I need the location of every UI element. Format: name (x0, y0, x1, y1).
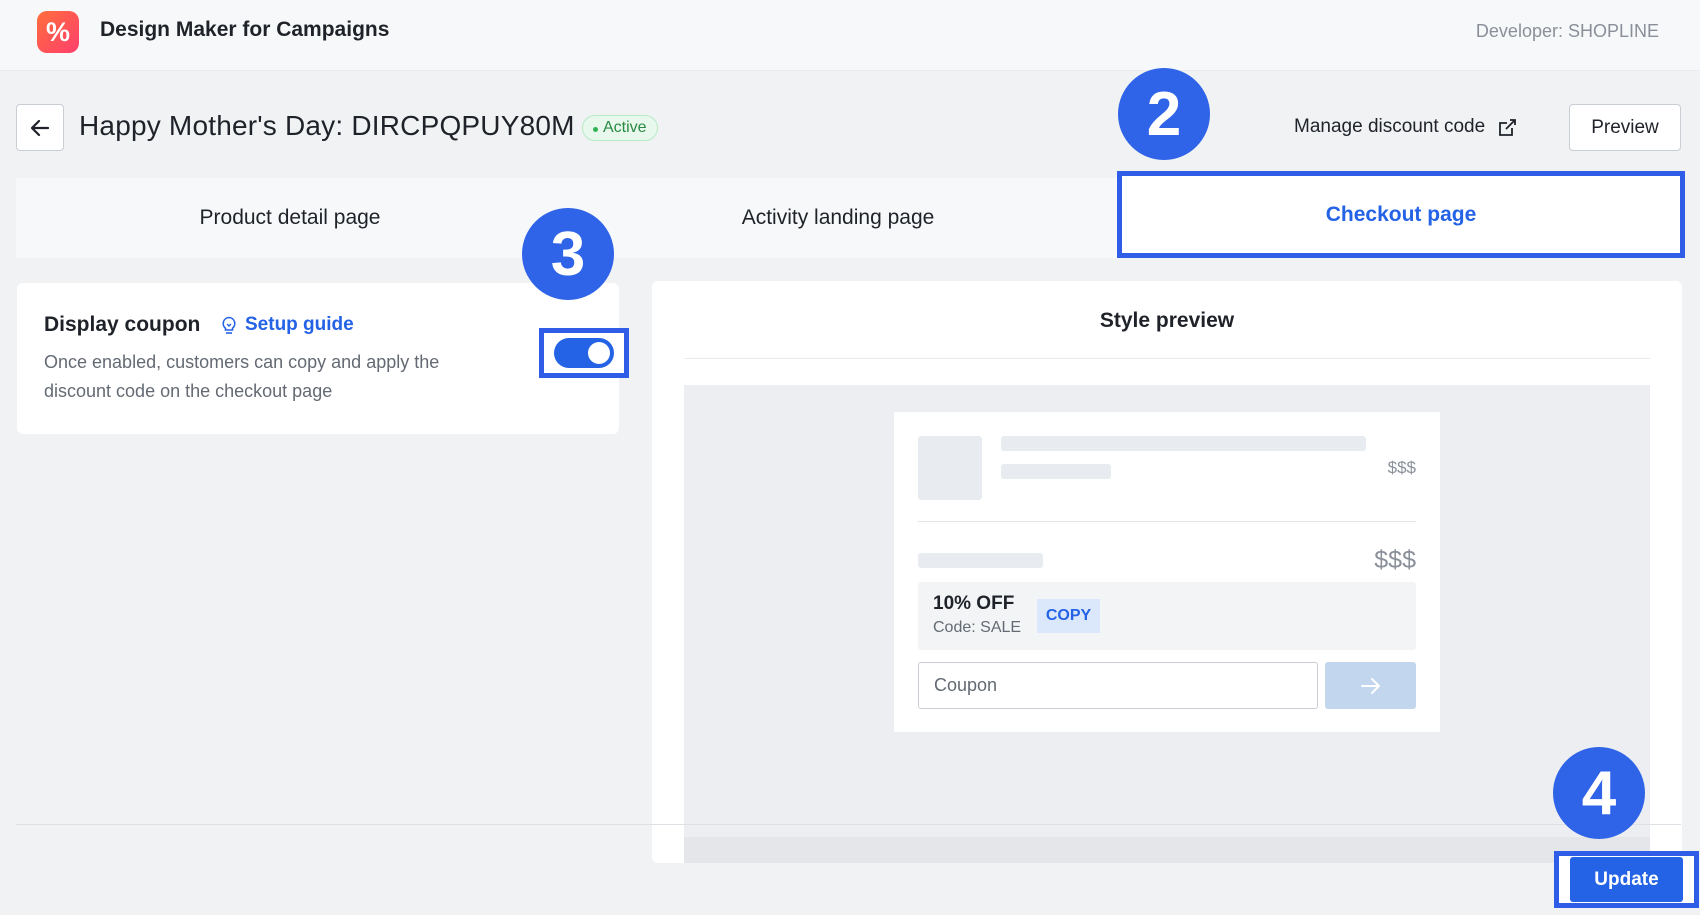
copy-button[interactable]: COPY (1037, 599, 1100, 633)
manage-discount-code-link[interactable]: Manage discount code (1294, 116, 1518, 138)
total-price: $$$ (1374, 546, 1416, 574)
style-preview-card: Style preview $$$ $$$ 10% OFF Code: SALE… (652, 281, 1682, 863)
item-price: $$$ (1387, 458, 1416, 477)
app-title: Design Maker for Campaigns (100, 18, 390, 41)
page-title: Happy Mother's Day: DIRCPQPUY80M (79, 110, 575, 141)
step-marker-2: 2 (1118, 68, 1210, 160)
stage-bottom-band (684, 837, 1650, 863)
display-coupon-description: Once enabled, customers can copy and app… (44, 352, 440, 401)
update-button[interactable]: Update (1570, 857, 1683, 902)
status-badge: Active (582, 115, 658, 141)
subtotal-label-placeholder (918, 553, 1043, 568)
tab-activity-landing-page[interactable]: Activity landing page (564, 178, 1112, 258)
update-highlight: Update (1554, 851, 1699, 908)
coupon-code: Code: SALE (933, 619, 1022, 636)
setup-guide-label: Setup guide (245, 314, 354, 335)
lightbulb-icon (222, 316, 236, 334)
step-marker-3: 3 (522, 208, 614, 300)
main-area: Happy Mother's Day: DIRCPQPUY80M Active … (0, 68, 1700, 915)
app-logo: % (37, 11, 79, 53)
coupon-input[interactable]: Coupon (918, 662, 1318, 709)
product-image-placeholder (918, 436, 982, 500)
coupon-offer: 10% OFF (933, 593, 1015, 614)
back-button[interactable] (16, 104, 64, 151)
footer-divider (16, 824, 1681, 825)
product-variant-placeholder (1001, 464, 1111, 479)
preview-stage: $$$ $$$ 10% OFF Code: SALE COPY Coupon (684, 385, 1650, 863)
setup-guide-link[interactable]: Setup guide (221, 314, 354, 336)
tab-product-detail-page[interactable]: Product detail page (16, 178, 564, 258)
product-name-placeholder (1001, 436, 1366, 451)
step-marker-4: 4 (1553, 747, 1645, 839)
toggle-highlight (539, 328, 629, 378)
tab-checkout-page[interactable]: Checkout page (1117, 171, 1685, 258)
manage-discount-code-label: Manage discount code (1294, 116, 1486, 137)
app-bar: % Design Maker for Campaigns Developer: … (0, 0, 1700, 71)
style-preview-title: Style preview (1099, 309, 1235, 332)
display-coupon-toggle[interactable] (554, 338, 614, 368)
preview-divider (684, 358, 1650, 359)
arrow-right-icon (1360, 677, 1380, 694)
display-coupon-title: Display coupon (44, 313, 201, 336)
developer-label: Developer: SHOPLINE (1475, 21, 1659, 41)
checkout-mockup: $$$ $$$ 10% OFF Code: SALE COPY Coupon (894, 412, 1440, 732)
arrow-left-icon (30, 119, 50, 136)
preview-button[interactable]: Preview (1569, 104, 1681, 151)
display-coupon-card: Display coupon Setup guide Once enabled,… (17, 283, 629, 434)
apply-coupon-button[interactable] (1325, 662, 1416, 709)
page-tabs: Product detail page Activity landing pag… (16, 171, 1685, 258)
external-link-icon (1499, 118, 1517, 136)
coupon-offer-box: 10% OFF Code: SALE COPY (918, 582, 1416, 650)
mock-divider (918, 521, 1416, 522)
toggle-knob (588, 342, 610, 364)
